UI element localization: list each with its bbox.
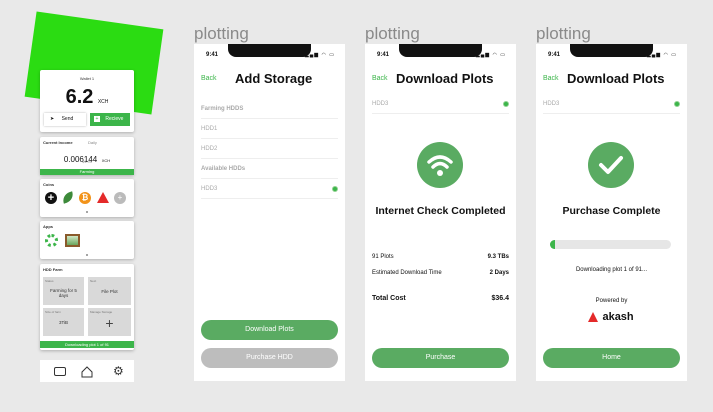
coin-leaf-icon[interactable] <box>60 191 76 204</box>
status-time: 9:41 <box>377 52 390 58</box>
income-title: Current Income <box>43 140 73 145</box>
farm-status-cell: Status Farming for 5 days <box>43 277 84 305</box>
hdd-farm-title: HDD Farm <box>43 267 63 272</box>
download-progress-text: Downloading plot 1 of 91... <box>575 267 648 273</box>
status-icons: ▂▄▆ ◠ ▭ <box>475 52 506 58</box>
receive-icon: + <box>94 116 100 122</box>
add-storage-icon: + <box>105 315 114 331</box>
home-button[interactable]: Home <box>543 348 680 368</box>
hdd-farm-card: HDD Farm Status Farming for 5 days Next … <box>40 264 134 350</box>
income-usd: $1.95 <box>81 159 92 164</box>
phone-purchase-complete: 9:41 ▂▄▆ ◠ ▭ Back Download Plots HDD3 Pu… <box>536 44 687 381</box>
back-button[interactable]: Back <box>372 75 388 82</box>
wallet-balance: 6.2 <box>65 86 94 108</box>
manage-storage-cell[interactable]: Manage Storage + <box>88 308 131 336</box>
home-tab-icon[interactable] <box>81 365 93 378</box>
plots-row: 91 Plots 9.3 TBs <box>372 254 509 260</box>
farming-status: Farming <box>40 169 134 175</box>
coins-card: Coins + ₿ + <box>40 179 134 217</box>
coins-page-dot <box>86 211 88 213</box>
apps-card: Apps <box>40 221 134 259</box>
status-icons: ▂▄▆ ◠ ▭ <box>646 52 677 58</box>
list-item-hdd1[interactable]: HDD1 <box>201 119 338 139</box>
powered-by-label: Powered by <box>595 298 628 304</box>
list-item-hdd2[interactable]: HDD2 <box>201 139 338 159</box>
total-cost-row: Total Cost $36.4 <box>372 295 509 302</box>
radio-selected-icon <box>332 186 338 192</box>
wallet-unit: XCH <box>97 99 109 105</box>
farm-size-cell: Size of farm 3TiB <box>43 308 84 336</box>
wallet-title: Wallet 1 <box>79 76 95 81</box>
apps-page-dot <box>86 254 88 256</box>
notch <box>228 44 311 57</box>
wallet-card: Wallet 1 6.2 XCH ➤ Send + Recieve <box>40 70 134 132</box>
screen-caption-complete: plotting <box>536 24 591 43</box>
income-card: Current Income Daily 0.006144 XCH $1.95 … <box>40 137 134 175</box>
coin-bitcoin-icon[interactable]: ₿ <box>79 192 91 204</box>
tab-bar: ⚙ <box>40 360 134 382</box>
coin-akash-icon[interactable] <box>97 192 109 203</box>
screen-caption-storage: plotting <box>194 24 249 43</box>
coin-plus-icon[interactable]: + <box>45 192 57 204</box>
wifi-icon <box>417 142 463 188</box>
download-progress-bar <box>550 240 671 249</box>
purchase-button[interactable]: Purchase <box>372 348 509 368</box>
notch <box>570 44 653 57</box>
akash-logo-icon <box>588 311 598 322</box>
internet-check-headline: Internet Check Completed <box>375 205 506 217</box>
app-chia-icon[interactable] <box>45 234 58 247</box>
hdd-farm-progress: Downloading plot 1 of 91 <box>40 341 134 348</box>
section-header-available: Available HDDs <box>201 159 338 179</box>
status-time: 9:41 <box>206 52 219 58</box>
page-title: Download Plots <box>396 71 494 86</box>
radio-selected-icon <box>674 101 680 107</box>
section-header-farming: Farming HDDS <box>201 99 338 119</box>
phone-add-storage: 9:41 ▂▄▆ ◠ ▭ Back Add Storage Farming HD… <box>194 44 345 381</box>
status-icons: ▂▄▆ ◠ ▭ <box>304 52 335 58</box>
add-coin-button[interactable]: + <box>114 192 126 204</box>
purchase-hdd-button[interactable]: Purchase HDD <box>201 348 338 368</box>
receive-button[interactable]: + Recieve <box>90 113 130 126</box>
download-plots-button[interactable]: Download Plots <box>201 320 338 340</box>
page-title: Download Plots <box>567 71 665 86</box>
back-button[interactable]: Back <box>201 75 217 82</box>
selected-drive: HDD3 <box>543 94 680 114</box>
send-button[interactable]: ➤ Send <box>44 113 86 126</box>
checkmark-icon <box>588 142 634 188</box>
file-plot-cell[interactable]: Next File Plot <box>88 277 131 305</box>
status-time: 9:41 <box>548 52 561 58</box>
settings-tab-icon[interactable]: ⚙ <box>113 364 124 378</box>
back-button[interactable]: Back <box>543 75 559 82</box>
phone-download-plots: 9:41 ▂▄▆ ◠ ▭ Back Download Plots HDD3 In… <box>365 44 516 381</box>
coins-title: Coins <box>43 182 55 187</box>
app-gallery-icon[interactable] <box>65 234 80 247</box>
wallet-tab-icon[interactable] <box>54 367 66 376</box>
akash-logo: akash <box>588 308 634 326</box>
notch <box>399 44 482 57</box>
send-icon: ➤ <box>50 116 55 122</box>
income-period-select[interactable]: Daily <box>88 140 97 145</box>
page-title: Add Storage <box>235 71 313 86</box>
download-time-row: Estimated Download Time 2 Days <box>372 270 509 276</box>
download-progress-fill <box>550 240 555 249</box>
apps-title: Apps <box>43 224 53 229</box>
selected-drive: HDD3 <box>372 94 509 114</box>
radio-selected-icon <box>503 101 509 107</box>
screen-caption-download: plotting <box>365 24 420 43</box>
list-item-hdd3[interactable]: HDD3 <box>201 179 338 199</box>
purchase-complete-headline: Purchase Complete <box>562 205 661 217</box>
